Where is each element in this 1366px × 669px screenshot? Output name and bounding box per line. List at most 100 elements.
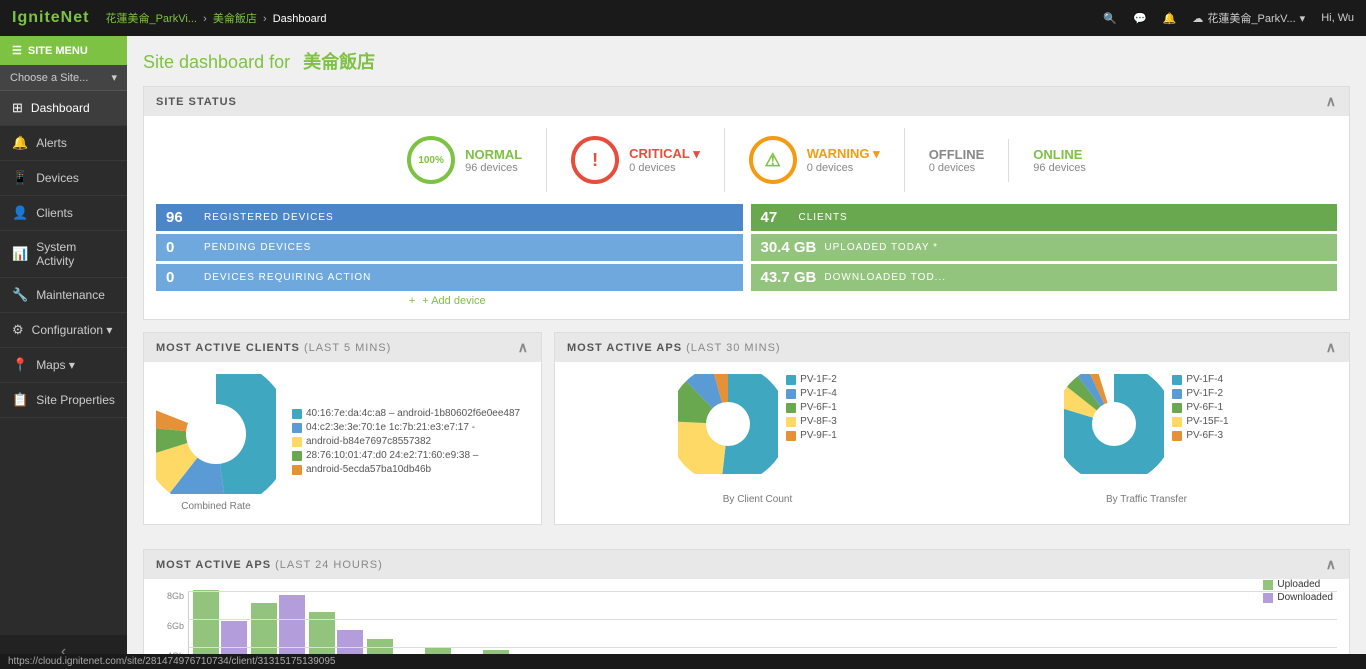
bell-icon[interactable]: 🔔 xyxy=(1163,12,1177,25)
collapse-button[interactable]: ∧ xyxy=(1326,93,1337,110)
clients-icon: 👤 xyxy=(12,205,28,221)
status-card-offline: OFFLINE 0 devices xyxy=(905,139,1010,182)
aps-collapse-btn[interactable]: ∧ xyxy=(1326,339,1337,356)
normal-label: NORMAL xyxy=(465,147,522,162)
sidebar-nav: ⊞ Dashboard 🔔 Alerts 📱 Devices 👤 Clients… xyxy=(0,91,127,635)
stat-registered: 96 REGISTERED DEVICES xyxy=(156,204,743,231)
legend-item-2: 04:c2:3e:3e:70:1e 1c:7b:21:e3:e7:17 - xyxy=(292,422,520,433)
site-status-label: SITE STATUS xyxy=(156,96,237,108)
legend-dot-5 xyxy=(292,465,302,475)
site-select[interactable]: Choose a Site... ▾ xyxy=(0,65,127,91)
status-card-critical: ! CRITICAL ▾ 0 devices xyxy=(547,128,725,192)
three-pies: PV-1F-2 PV-1F-4 PV-6F-1 xyxy=(567,374,1337,505)
maintenance-icon: 🔧 xyxy=(12,287,28,303)
aps-24h-collapse-btn[interactable]: ∧ xyxy=(1326,556,1337,573)
normal-ring: 100% xyxy=(407,136,455,184)
plus-icon: + xyxy=(409,295,415,307)
clients-pie-label: Combined Rate xyxy=(156,501,276,512)
sidebar-item-devices[interactable]: 📱 Devices xyxy=(0,161,127,196)
status-online-text: ONLINE 96 devices xyxy=(1033,147,1086,174)
site-status-body: 100% NORMAL 96 devices ! CRITICAL ▾ 0 de… xyxy=(144,116,1349,319)
devices-icon: 📱 xyxy=(12,170,28,186)
site-menu-label: SITE MENU xyxy=(28,45,88,57)
search-icon[interactable]: 🔍 xyxy=(1103,12,1117,25)
sidebar-label-maintenance: Maintenance xyxy=(36,288,105,302)
cloud-info[interactable]: ☁ 花蓮美侖_ParkV... ▾ xyxy=(1192,10,1305,26)
breadcrumb-sub[interactable]: 美侖飯店 xyxy=(213,13,257,25)
clients-legend: 40:16:7e:da:4c:a8 – android-1b80602f6e0e… xyxy=(292,408,520,478)
uploaded-dot xyxy=(1263,580,1273,590)
sidebar-item-maintenance[interactable]: 🔧 Maintenance xyxy=(0,278,127,313)
ap-traffic-pie-area: PV-1F-4 PV-1F-2 PV-6F-1 xyxy=(1064,374,1228,505)
ap-client-legend: PV-1F-2 PV-1F-4 PV-6F-1 xyxy=(786,374,837,474)
warning-label: WARNING ▾ xyxy=(807,146,880,162)
aps-24h-header: MOST ACTIVE APS (LAST 24 HOURS) ∧ xyxy=(144,550,1349,579)
status-warning-text: WARNING ▾ 0 devices xyxy=(807,146,880,174)
stat-downloaded: 43.7 GB DOWNLOADED TOD... xyxy=(751,264,1338,291)
most-active-aps-section: MOST ACTIVE APS (LAST 30 MINS) ∧ xyxy=(554,332,1350,525)
critical-label: CRITICAL ▾ xyxy=(629,146,700,162)
stat-uploaded: 30.4 GB UPLOADED TODAY * xyxy=(751,234,1338,261)
legend-uploaded: Uploaded xyxy=(1263,579,1333,590)
ap-tr-legend-2: PV-1F-2 xyxy=(1172,388,1228,399)
sidebar-item-configuration[interactable]: ⚙ Configuration ▾ xyxy=(0,313,127,348)
add-device-label: + Add device xyxy=(422,295,485,307)
sidebar-label-alerts: Alerts xyxy=(36,136,67,150)
sidebar-label-site-properties: Site Properties xyxy=(36,393,115,407)
sidebar-item-site-properties[interactable]: 📋 Site Properties xyxy=(0,383,127,418)
maps-icon: 📍 xyxy=(12,357,28,373)
legend-dot-1 xyxy=(292,409,302,419)
legend-dot-3 xyxy=(292,437,302,447)
sidebar-label-maps: Maps ▾ xyxy=(36,358,75,372)
sidebar-item-maps[interactable]: 📍 Maps ▾ xyxy=(0,348,127,383)
breadcrumb-current: Dashboard xyxy=(273,13,327,25)
chevron-down-icon: ▾ xyxy=(111,71,117,84)
sidebar-item-alerts[interactable]: 🔔 Alerts xyxy=(0,126,127,161)
site-status-section: SITE STATUS ∧ 100% NORMAL 96 devices ! xyxy=(143,86,1350,320)
sidebar-item-system-activity[interactable]: 📊 System Activity xyxy=(0,231,127,278)
ap-client-pie-area: PV-1F-2 PV-1F-4 PV-6F-1 xyxy=(678,374,837,505)
most-active-aps-24h-section: MOST ACTIVE APS (LAST 24 HOURS) ∧ Upload… xyxy=(143,549,1350,669)
clients-pie-svg xyxy=(156,374,276,494)
y-6gb: 6Gb xyxy=(156,621,184,631)
offline-count: 0 devices xyxy=(929,162,985,174)
critical-ring: ! xyxy=(571,136,619,184)
status-cards: 100% NORMAL 96 devices ! CRITICAL ▾ 0 de… xyxy=(156,128,1337,192)
ap-pie-client-count: PV-1F-2 PV-1F-4 PV-6F-1 xyxy=(567,374,948,505)
status-card-warning: ⚠ WARNING ▾ 0 devices xyxy=(725,128,905,192)
legend-dot-2 xyxy=(292,423,302,433)
status-bar-url: https://cloud.ignitenet.com/site/2814749… xyxy=(8,656,335,667)
online-count: 96 devices xyxy=(1033,162,1086,174)
ap-tr-legend-3: PV-6F-1 xyxy=(1172,402,1228,413)
add-device[interactable]: + + Add device xyxy=(156,295,743,307)
ap-tr-legend-4: PV-15F-1 xyxy=(1172,416,1228,427)
user-menu[interactable]: Hi, Wu xyxy=(1321,12,1354,24)
breadcrumb-site[interactable]: 花蓮美侖_ParkVi... xyxy=(105,13,197,25)
ap-client-count-label: By Client Count xyxy=(678,494,837,505)
sidebar-item-dashboard[interactable]: ⊞ Dashboard xyxy=(0,91,127,126)
stat-pending: 0 PENDING DEVICES xyxy=(156,234,743,261)
chat-icon[interactable]: 💬 xyxy=(1133,12,1147,25)
stats-row: 96 REGISTERED DEVICES 0 PENDING DEVICES … xyxy=(156,204,1337,307)
site-menu-header: ☰ SITE MENU xyxy=(0,36,127,65)
warning-ring: ⚠ xyxy=(749,136,797,184)
status-normal-text: NORMAL 96 devices xyxy=(465,147,522,174)
aps-24h-title: MOST ACTIVE APS (LAST 24 HOURS) xyxy=(156,559,383,571)
ap-tr-legend-1: PV-1F-4 xyxy=(1172,374,1228,385)
page-title-site: 美侖飯店 xyxy=(303,52,375,72)
stats-right: 47 CLIENTS 30.4 GB UPLOADED TODAY * 43.7… xyxy=(751,204,1338,307)
ap-pie-traffic: PV-1F-4 PV-1F-2 PV-6F-1 xyxy=(956,374,1337,505)
ap-cl-legend-5: PV-9F-1 xyxy=(786,430,837,441)
sidebar-label-configuration: Configuration ▾ xyxy=(32,323,113,337)
aps-body: PV-1F-2 PV-1F-4 PV-6F-1 xyxy=(555,362,1349,517)
main-content: Site dashboard for 美侖飯店 SITE STATUS ∧ 10… xyxy=(127,36,1366,669)
breadcrumb: 花蓮美侖_ParkVi... › 美侖飯店 › Dashboard xyxy=(105,10,326,26)
most-active-clients-section: MOST ACTIVE CLIENTS (LAST 5 MINS) ∧ xyxy=(143,332,542,525)
site-status-header: SITE STATUS ∧ xyxy=(144,87,1349,116)
clients-collapse-btn[interactable]: ∧ xyxy=(518,339,529,356)
normal-count: 96 devices xyxy=(465,162,522,174)
ap-cl-legend-4: PV-8F-3 xyxy=(786,416,837,427)
main-layout: ☰ SITE MENU Choose a Site... ▾ ⊞ Dashboa… xyxy=(0,36,1366,669)
ap-cl-legend-1: PV-1F-2 xyxy=(786,374,837,385)
sidebar-item-clients[interactable]: 👤 Clients xyxy=(0,196,127,231)
